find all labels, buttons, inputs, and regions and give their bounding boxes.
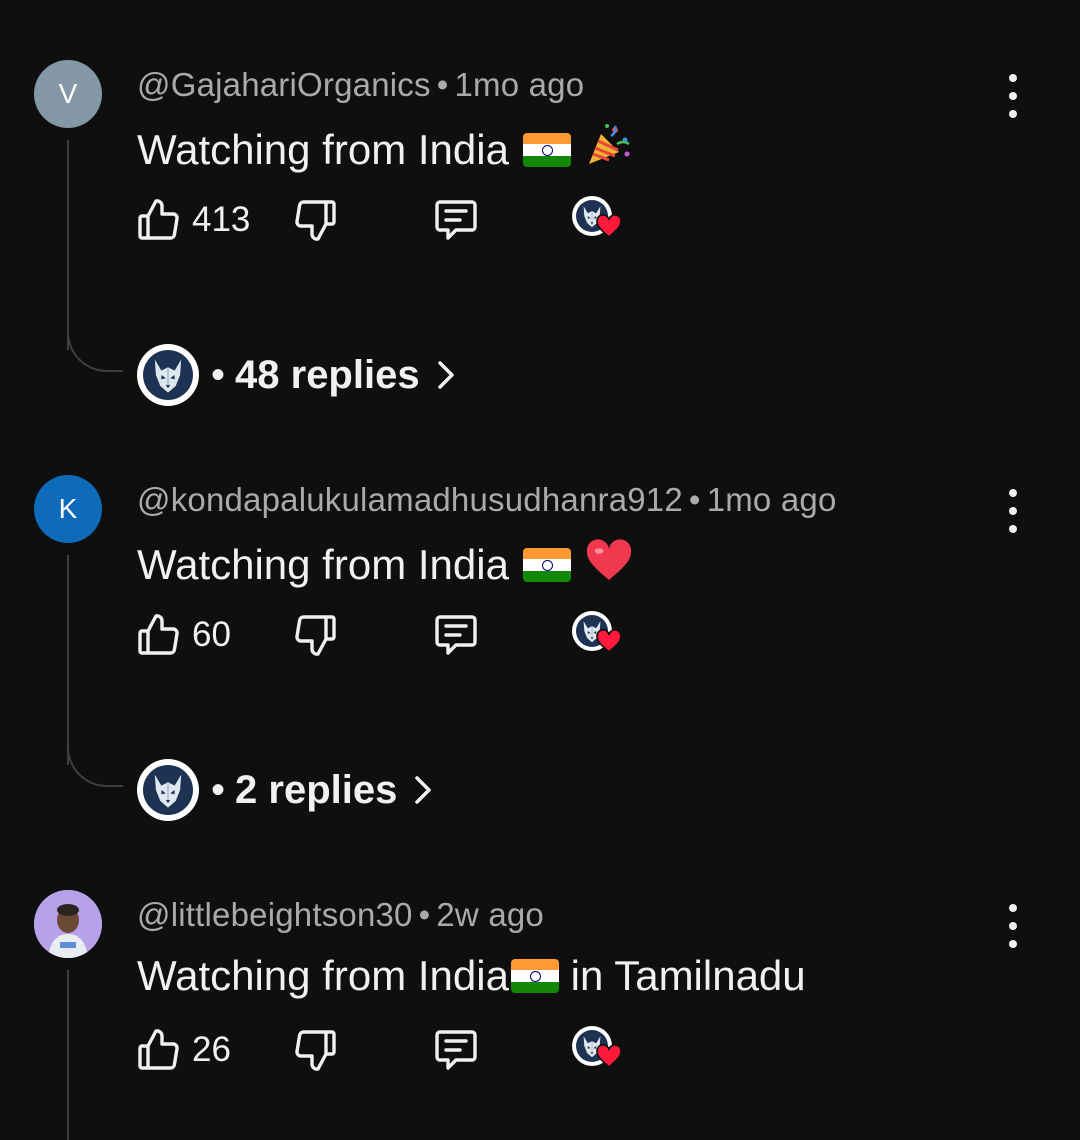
- comment-text: Watching from India: [137, 122, 631, 178]
- avatar-letter: V: [58, 78, 78, 109]
- chevron-right-icon: [437, 361, 454, 389]
- replies-count: 2 replies: [235, 767, 398, 812]
- thumbs-up-icon: [134, 1026, 182, 1074]
- creator-heart[interactable]: [568, 605, 628, 665]
- separator: •: [688, 481, 701, 518]
- creator-avatar-icon: [137, 344, 199, 406]
- view-replies-button[interactable]: • 48 replies: [137, 341, 456, 409]
- party-popper-icon: [585, 122, 631, 178]
- dislike-button[interactable]: [292, 605, 340, 665]
- comment-actions: 26: [134, 1020, 654, 1080]
- dislike-button[interactable]: [292, 1020, 340, 1080]
- reply-button[interactable]: [432, 605, 480, 665]
- india-flag-icon: [522, 548, 571, 582]
- creator-heart-icon: [568, 605, 628, 665]
- thumbs-up-icon: [134, 611, 182, 659]
- creator-heart[interactable]: [568, 1020, 628, 1080]
- separator: •: [211, 352, 226, 397]
- thread-line: [67, 970, 69, 1140]
- comment-author[interactable]: @GajahariOrganics: [137, 66, 431, 103]
- creator-avatar-icon: [137, 759, 199, 821]
- comment-body: Watching from India: [137, 952, 509, 999]
- like-button[interactable]: 26: [134, 1020, 231, 1080]
- comment-text: Watching from India in Tamilnadu: [137, 952, 806, 1000]
- comment-time: 1mo ago: [706, 481, 837, 518]
- more-options-icon[interactable]: [996, 489, 1030, 533]
- creator-heart-icon: [568, 1020, 628, 1080]
- reply-icon: [432, 196, 480, 244]
- thread-connector: [67, 737, 123, 787]
- like-button[interactable]: 413: [134, 190, 250, 250]
- view-replies-button[interactable]: • 2 replies: [137, 756, 433, 824]
- like-count: 413: [192, 200, 251, 239]
- thumbs-down-icon: [292, 1026, 340, 1074]
- separator: •: [436, 66, 449, 103]
- thread-connector: [67, 322, 123, 372]
- creator-heart-icon: [568, 190, 628, 250]
- thumbs-down-icon: [292, 196, 340, 244]
- avatar-letter: K: [58, 493, 78, 524]
- like-button[interactable]: 60: [134, 605, 231, 665]
- comment-author[interactable]: @kondapalukulamadhusudhanra912: [137, 481, 683, 518]
- comment-text: Watching from India: [137, 537, 633, 593]
- comment-time: 1mo ago: [454, 66, 585, 103]
- avatar[interactable]: [34, 890, 102, 958]
- reply-button[interactable]: [432, 190, 480, 250]
- comment-body-suffix: in Tamilnadu: [558, 952, 806, 999]
- separator: •: [418, 896, 431, 933]
- replies-count: 48 replies: [235, 352, 420, 397]
- thumbs-up-icon: [134, 196, 182, 244]
- comment-time: 2w ago: [436, 896, 544, 933]
- avatar[interactable]: V: [34, 60, 102, 128]
- reply-icon: [432, 611, 480, 659]
- india-flag-icon: [522, 133, 571, 167]
- profile-photo: [34, 890, 102, 958]
- comment-body: Watching from India: [137, 541, 509, 588]
- creator-heart[interactable]: [568, 190, 628, 250]
- chevron-right-icon: [415, 776, 432, 804]
- comment-meta: @GajahariOrganics • 1mo ago: [137, 66, 584, 104]
- thumbs-down-icon: [292, 611, 340, 659]
- more-options-icon[interactable]: [996, 74, 1030, 118]
- thread-line: [67, 140, 69, 350]
- comment-author[interactable]: @littlebeightson30: [137, 896, 413, 933]
- india-flag-icon: [510, 959, 559, 993]
- thread-line: [67, 555, 69, 765]
- comment-actions: 60: [134, 605, 654, 665]
- reply-button[interactable]: [432, 1020, 480, 1080]
- like-count: 26: [192, 1030, 231, 1069]
- red-heart-icon: [585, 537, 633, 593]
- comment-actions: 413: [134, 190, 654, 250]
- comment-meta: @kondapalukulamadhusudhanra912 • 1mo ago: [137, 481, 837, 519]
- separator: •: [211, 767, 226, 812]
- like-count: 60: [192, 615, 231, 654]
- more-options-icon[interactable]: [996, 904, 1030, 948]
- dislike-button[interactable]: [292, 190, 340, 250]
- reply-icon: [432, 1026, 480, 1074]
- comment-meta: @littlebeightson30 • 2w ago: [137, 896, 544, 934]
- avatar[interactable]: K: [34, 475, 102, 543]
- comment-body: Watching from India: [137, 126, 509, 173]
